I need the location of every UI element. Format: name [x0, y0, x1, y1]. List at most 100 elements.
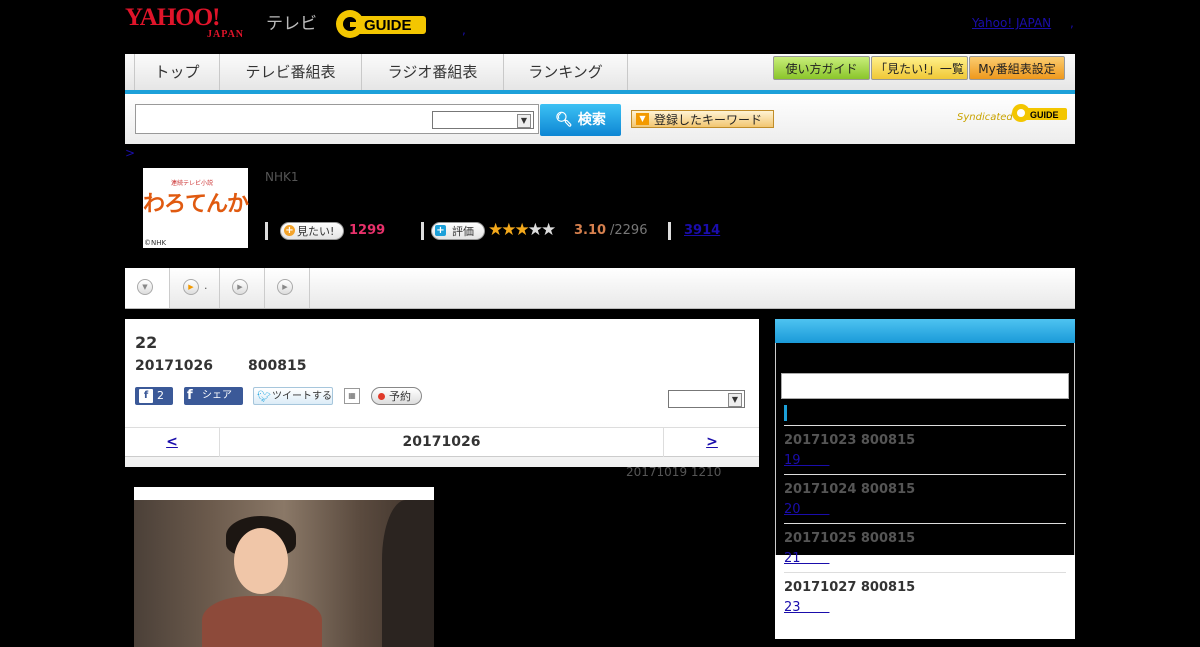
updated-timestamp: 20171019 1210	[626, 465, 722, 479]
divider	[668, 222, 671, 240]
yahoo-logo-sub: JAPAN	[207, 29, 245, 40]
calendar-icon[interactable]: ▦	[344, 388, 360, 404]
subtab-3[interactable]: ▶	[220, 268, 265, 308]
divider	[265, 222, 268, 240]
facebook-like-button[interactable]: f 2	[135, 387, 173, 405]
photo-face	[234, 528, 288, 594]
sidebar-header	[775, 319, 1075, 343]
next-episode-link[interactable]: >	[663, 428, 760, 457]
sidebar-episode-link[interactable]: 20	[784, 502, 829, 517]
subtab-4[interactable]: ▶	[265, 268, 310, 308]
sidebar-episode-item[interactable]: 20171027 800815 23	[784, 572, 1066, 620]
sidebar-episode-link[interactable]: 21	[784, 551, 829, 566]
facebook-share-button[interactable]: f シェア	[184, 387, 243, 405]
reserve-button[interactable]: 予約	[371, 387, 422, 405]
sidebar-episode-item[interactable]: 20171024 800815 20	[784, 474, 1066, 522]
sidebar-episode-date: 20171025 800815	[784, 531, 916, 546]
nav-tab-radio-listings[interactable]: ラジオ番組表	[362, 54, 504, 90]
sidebar-episode-link[interactable]: 23	[784, 600, 829, 615]
facebook-share-label: シェア	[202, 390, 232, 401]
sidebar-episode-date: 20171023 800815	[784, 433, 916, 448]
channel-name: NHK1	[265, 170, 299, 184]
want-to-watch-button[interactable]: + 見たい!	[280, 222, 344, 240]
search-band: ▼ 🔍︎ 検索 ▼ 登録したキーワード Syndicated GUIDE	[125, 94, 1075, 144]
triangle-down-icon: ▼	[636, 113, 649, 125]
nav-tab-tv-listings[interactable]: テレビ番組表	[220, 54, 362, 90]
sidebar-episode-date: 20171027 800815	[784, 580, 916, 595]
search-icon: 🔍︎	[555, 112, 573, 128]
want-list-button[interactable]: 「見たい!」一覧	[871, 56, 968, 80]
header-dot: ,	[462, 23, 466, 37]
nav-spacer	[125, 54, 135, 90]
facebook-icon: f	[139, 389, 153, 403]
divider	[421, 222, 424, 240]
record-icon	[378, 393, 385, 400]
play-circle-icon: ▶	[277, 279, 293, 295]
plus-icon: +	[284, 225, 295, 236]
thumb-title: わろてんか	[143, 191, 249, 217]
chevron-down-icon: ▼	[728, 393, 742, 407]
nav-tab-ranking[interactable]: ランキング	[504, 54, 628, 90]
yahoo-japan-logo[interactable]: YAHOO! JAPAN	[125, 5, 245, 40]
episode-time: 800815	[248, 358, 307, 374]
want-count: 1299	[349, 223, 386, 238]
yahoo-japan-link[interactable]: Yahoo! JAPAN	[972, 16, 1051, 30]
rating-total: /2296	[610, 223, 648, 238]
previous-episode-link[interactable]: <	[125, 428, 220, 457]
tweet-label: ツイートする	[272, 391, 332, 402]
nav-tab-top[interactable]: トップ	[135, 54, 220, 90]
episode-nav-date: 20171026	[402, 434, 481, 450]
plus-icon: +	[435, 225, 446, 236]
sidebar-episode-date: 20171024 800815	[784, 482, 916, 497]
sub-tabs: ▼ ▶ . ▶ ▶	[125, 268, 1075, 309]
sidebar-episode-item[interactable]: 20171025 800815 21	[784, 523, 1066, 571]
breadcrumb[interactable]: >	[125, 146, 135, 160]
gguide-logo[interactable]: GUIDE	[334, 8, 430, 40]
chevron-down-circle-icon: ▼	[137, 279, 153, 295]
registered-keyword-label: 登録したキーワード	[654, 113, 763, 127]
main-nav: トップ テレビ番組表 ラジオ番組表 ランキング 使い方ガイド 「見たい!」一覧 …	[125, 54, 1075, 94]
facebook-count: 2	[157, 389, 164, 402]
usage-guide-button[interactable]: 使い方ガイド	[773, 56, 870, 80]
facebook-icon: f	[187, 388, 193, 403]
rating-stars: ★★★★★	[488, 220, 556, 240]
rating-value: 3.10	[574, 223, 607, 238]
subtab-1[interactable]: ▼	[125, 268, 170, 308]
play-circle-icon: ▶	[232, 279, 248, 295]
photo-scene	[134, 500, 434, 647]
syn-logo-text: GUIDE	[1030, 110, 1059, 120]
registered-keyword-button[interactable]: ▼ 登録したキーワード	[631, 110, 774, 128]
episode-nav: < 20171026 >	[125, 427, 759, 457]
twitter-icon: 🐦︎	[257, 390, 271, 403]
star-empty-icon: ★	[541, 220, 556, 240]
my-schedule-settings-button[interactable]: My番組表設定	[969, 56, 1065, 80]
episode-panel: 22 20171026 800815 f 2 f シェア 🐦︎ ツイートする ▦…	[125, 319, 759, 467]
sidebar-section-marker	[784, 405, 787, 421]
episode-select[interactable]: ▼	[668, 390, 745, 408]
star-empty-icon: ★	[527, 220, 543, 240]
rate-button[interactable]: + 評価	[431, 222, 485, 240]
photo-kimono	[202, 596, 322, 647]
reserve-label: 予約	[389, 390, 411, 403]
tv-label: テレビ	[266, 14, 317, 34]
extra-count-link[interactable]: 3914	[684, 223, 720, 238]
sidebar-episode-link[interactable]: 19	[784, 453, 829, 468]
episode-photo	[134, 487, 434, 647]
syndicated-label: Syndicated	[957, 112, 1013, 123]
program-thumbnail[interactable]: 連続テレビ小説 わろてんか ©NHK	[143, 168, 249, 248]
gguide-logo-text: GUIDE	[364, 17, 412, 34]
want-label: 見たい!	[297, 225, 335, 238]
subtab-2-label: .	[204, 279, 208, 292]
star-filled-icon: ★	[501, 220, 516, 240]
tweet-button[interactable]: 🐦︎ ツイートする	[253, 387, 333, 405]
subtab-2[interactable]: ▶ .	[170, 268, 220, 308]
search-button-label: 検索	[577, 112, 606, 128]
chevron-down-icon: ▼	[517, 114, 531, 128]
sidebar-episode-item[interactable]: 20171023 800815 19	[784, 425, 1066, 473]
episode-title: 22	[135, 333, 158, 352]
sidebar-search-input[interactable]	[781, 373, 1069, 399]
play-circle-icon: ▶	[183, 279, 199, 295]
search-button[interactable]: 🔍︎ 検索	[540, 104, 621, 136]
episode-date: 20171026	[135, 358, 213, 374]
search-category-select[interactable]: ▼	[432, 111, 534, 129]
